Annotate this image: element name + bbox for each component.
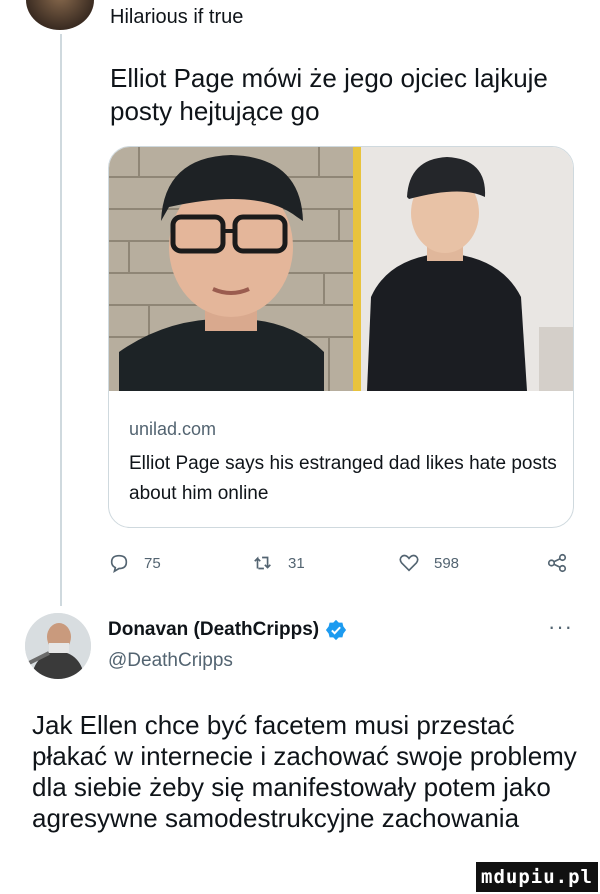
quoted-tweet-text: Elliot Page mówi że jego ojciec lajkuje …: [110, 63, 548, 126]
retweet-count: 31: [288, 554, 305, 572]
tweet-actions: 75 31 598: [108, 552, 572, 582]
watermark: mdupiu.pl: [476, 862, 598, 892]
quoted-author-name[interactable]: Hilarious if true: [110, 6, 243, 29]
reply-author-avatar[interactable]: [25, 613, 91, 679]
reply-tweet-text: Jak Ellen chce być facetem musi przestać…: [32, 710, 577, 833]
thread-line: [60, 34, 62, 606]
link-card-domain: unilad.com: [129, 419, 217, 439]
avatar-image: [25, 613, 91, 679]
reply-author-name-row[interactable]: Donavan (DeathCripps): [108, 619, 347, 641]
retweet-arrows-icon: [254, 556, 271, 570]
reply-button[interactable]: 75: [108, 552, 161, 574]
reply-author-handle[interactable]: @DeathCripps: [108, 650, 233, 672]
speech-bubble-icon: [110, 554, 128, 573]
link-card-image: [109, 147, 573, 391]
like-button[interactable]: 598: [398, 552, 459, 574]
quoted-author-avatar[interactable]: [26, 0, 94, 30]
verified-badge-icon: [326, 619, 347, 641]
heart-icon: [399, 554, 419, 572]
retweet-button[interactable]: 31: [252, 552, 305, 574]
share-button[interactable]: [546, 552, 568, 574]
link-card-title: Elliot Page says his estranged dad likes…: [129, 453, 557, 504]
reply-count: 75: [144, 554, 161, 572]
reply-author-name[interactable]: Donavan (DeathCripps): [108, 619, 319, 640]
more-options-button[interactable]: ···: [548, 614, 573, 640]
like-count: 598: [434, 554, 460, 572]
share-nodes-icon: [547, 553, 567, 573]
link-card[interactable]: unilad.com Elliot Page says his estrange…: [108, 146, 574, 528]
